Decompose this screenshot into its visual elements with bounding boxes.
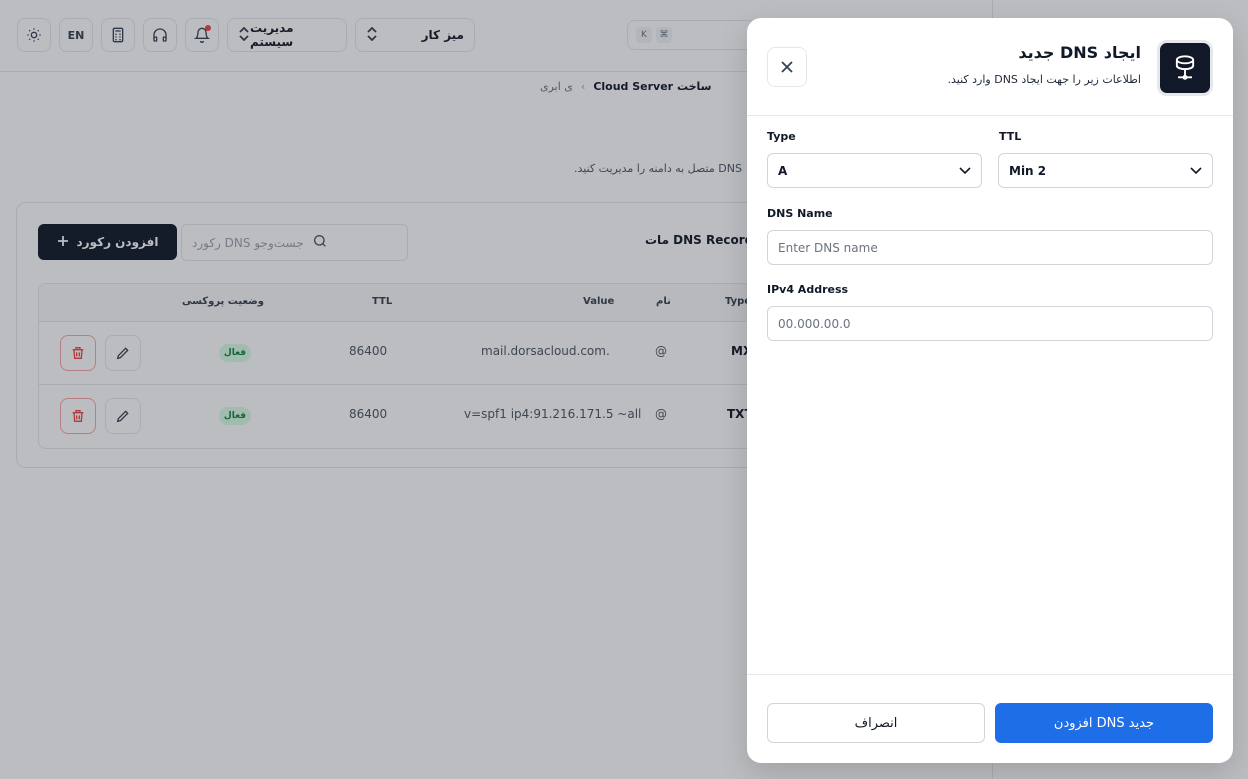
chevron-down-icon [959, 164, 971, 178]
dns-name-label: DNS Name [767, 207, 833, 220]
modal-title: ایجاد DNS جدید [1018, 43, 1141, 62]
type-select-value: A [778, 163, 788, 178]
ipv4-label: IPv4 Address [767, 283, 849, 296]
cancel-button[interactable]: انصراف [767, 703, 985, 743]
modal-header: ایجاد DNS جدید اطلاعات زیر را جهت ایجاد … [747, 18, 1233, 116]
add-dns-button[interactable]: افزودن DNS جدید [995, 703, 1213, 743]
ttl-select-value: Min 2 [1009, 163, 1047, 178]
create-dns-modal: ایجاد DNS جدید اطلاعات زیر را جهت ایجاد … [747, 18, 1233, 763]
modal-subtitle: اطلاعات زیر را جهت ایجاد DNS وارد کنید. [947, 73, 1142, 86]
chevron-down-icon [1190, 164, 1202, 178]
modal-footer: انصراف افزودن DNS جدید [747, 674, 1233, 763]
close-button[interactable] [767, 47, 807, 87]
ttl-select[interactable]: Min 2 [998, 153, 1213, 188]
ttl-label: TTL [999, 130, 1022, 143]
close-icon [781, 61, 793, 73]
dns-name-input[interactable] [767, 230, 1213, 265]
ipv4-address-input[interactable] [767, 306, 1213, 341]
type-select[interactable]: A [767, 153, 982, 188]
type-label: Type [767, 130, 796, 143]
dns-server-icon [1157, 40, 1213, 96]
